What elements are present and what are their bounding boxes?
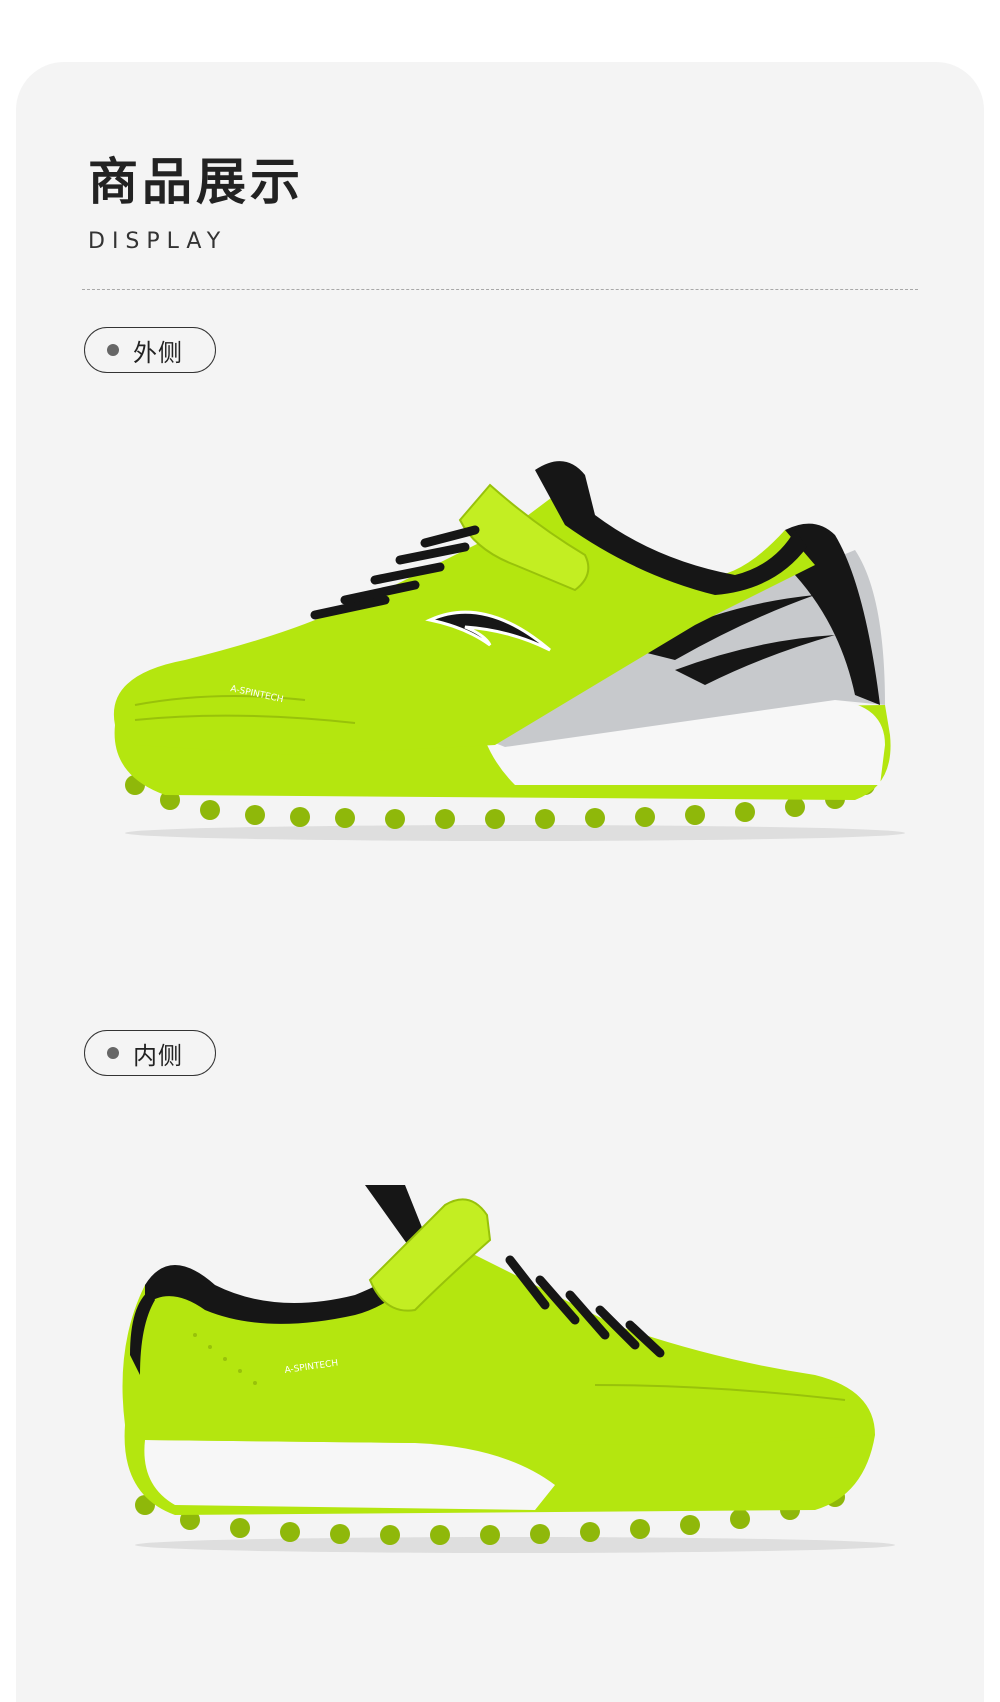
view-label-lateral-text: 外侧 (133, 338, 183, 367)
view-label-medial: 内侧 (84, 1030, 216, 1076)
bullet-dot-icon (107, 1047, 119, 1059)
shoe-image-lateral: A-SPINTECH (113, 461, 905, 841)
view-label-medial-text: 内侧 (133, 1041, 183, 1070)
bullet-dot-icon (107, 344, 119, 356)
section-title: 商品展示 (88, 153, 304, 211)
view-label-lateral: 外侧 (84, 327, 216, 373)
shoe-image-medial: A-SPINTECH (122, 1185, 895, 1553)
dashed-divider (82, 289, 918, 290)
section-subtitle: DISPLAY (88, 229, 228, 254)
